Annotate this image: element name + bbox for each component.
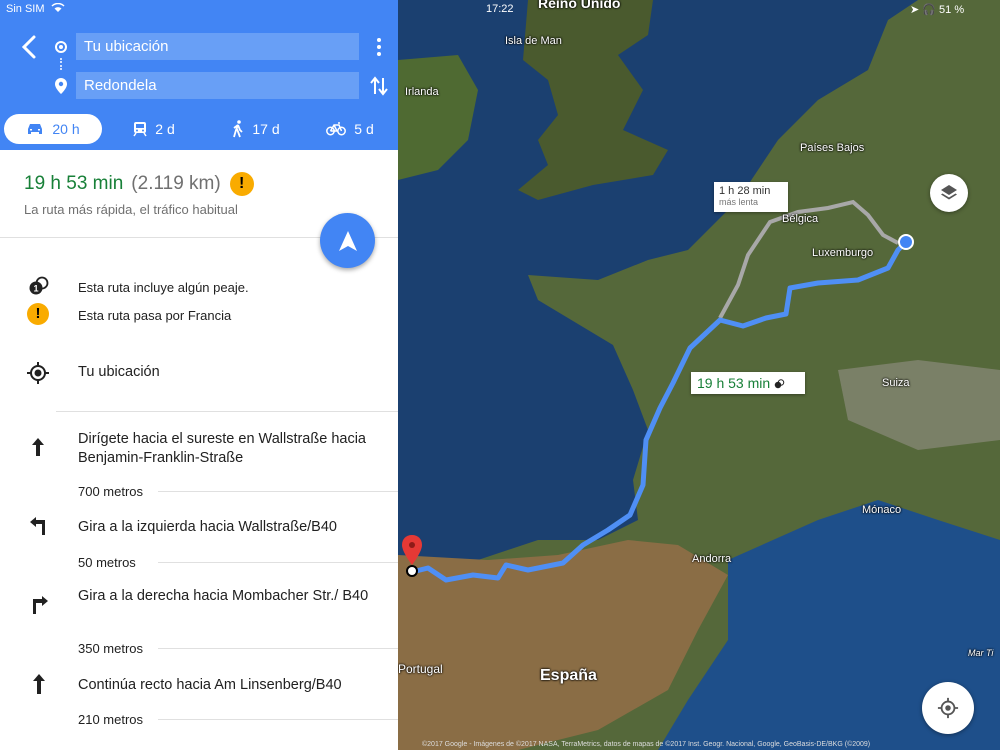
divider	[158, 648, 398, 649]
directions-panel: Sin SIM Tu ubicación Redondela 20 h 2 d …	[0, 0, 398, 750]
car-icon	[28, 124, 43, 134]
place-label: Isla de Man	[505, 35, 562, 47]
arrow-up-icon	[33, 674, 45, 699]
layers-button[interactable]	[930, 174, 968, 212]
toll-icon: 1	[28, 276, 50, 301]
more-options-button[interactable]	[373, 38, 385, 58]
place-label: España	[540, 667, 597, 684]
arrow-up-icon	[32, 438, 44, 461]
step-distance: 700 metros	[78, 484, 144, 499]
step-distance: 350 metros	[78, 641, 144, 656]
tab-transit-label: 2 d	[155, 121, 175, 137]
alt-route-callout[interactable]: 1 h 28 min más lenta	[714, 182, 788, 212]
direction-step[interactable]: Gira a la derecha hacia Mombacher Str./ …	[0, 578, 398, 656]
place-label: Mar Ti	[968, 648, 994, 658]
place-label: Países Bajos	[800, 142, 865, 154]
divider	[56, 411, 398, 412]
warning-icon: !	[27, 303, 49, 325]
map-attribution: ©2017 Google - Imágenes de ©2017 NASA, T…	[422, 741, 871, 748]
route-description: La ruta más rápida, el tráfico habitual	[24, 202, 238, 217]
divider	[158, 491, 398, 492]
status-icons: ➤ 🎧 51 %	[910, 4, 965, 16]
bike-icon	[326, 122, 347, 136]
layers-icon	[941, 185, 957, 200]
tab-drive[interactable]: 20 h	[4, 114, 102, 144]
step-distance: 210 metros	[78, 712, 144, 727]
toll-icon	[774, 379, 785, 389]
tab-transit[interactable]: 2 d	[120, 114, 188, 144]
app: Sin SIM Tu ubicación Redondela 20 h 2 d …	[0, 0, 1000, 750]
direction-step[interactable]: Continúa recto hacia Am Linsenberg/B40 2…	[0, 664, 398, 734]
place-label: Andorra	[692, 553, 732, 565]
step-distance: 50 metros	[78, 555, 136, 570]
origin-icon	[55, 41, 67, 53]
tab-bike-label: 5 d	[354, 121, 374, 137]
divider	[158, 719, 398, 720]
back-arrow-icon	[21, 35, 36, 59]
swap-button[interactable]	[370, 76, 388, 101]
directions-header: Sin SIM Tu ubicación Redondela 20 h 2 d …	[0, 0, 398, 150]
place-label: Luxemburgo	[812, 247, 874, 259]
divider	[158, 562, 398, 563]
back-button[interactable]	[20, 34, 40, 60]
place-label: Irlanda	[405, 86, 439, 98]
place-label: Reino Unido	[538, 0, 621, 11]
my-location-icon	[26, 361, 50, 390]
destination-field[interactable]: Redondela	[76, 72, 359, 99]
step-instruction: Gira a la derecha hacia Mombacher Str./ …	[78, 588, 369, 604]
france-notice: Esta ruta pasa por Francia	[78, 308, 232, 323]
toll-notice: Esta ruta incluye algún peaje.	[78, 280, 249, 295]
main-route-duration: 19 h 53 min	[697, 375, 771, 391]
alt-route-note: más lenta	[719, 197, 759, 207]
route-time-line: 19 h 53 min (2.119 km) !	[24, 172, 254, 196]
my-location-button[interactable]	[922, 682, 974, 734]
tab-walk[interactable]: 17 d	[222, 114, 290, 144]
navigation-arrow-icon	[338, 230, 357, 251]
place-label: Portugal	[398, 662, 443, 676]
main-route-callout[interactable]: 19 h 53 min	[691, 372, 805, 394]
step-instruction: Dirígete hacia el sureste en Wallstraße …	[78, 431, 366, 466]
start-navigation-button[interactable]	[320, 213, 375, 268]
turn-right-icon	[30, 596, 48, 619]
tab-drive-label: 20 h	[52, 121, 80, 137]
place-label: Bélgica	[782, 213, 819, 225]
route-duration: 19 h 53 min	[24, 173, 124, 194]
status-time: 17:22	[486, 3, 514, 15]
destination-pin-icon	[55, 78, 67, 99]
step-instruction: Continúa recto hacia Am Linsenberg/B40	[78, 677, 342, 693]
walk-icon	[233, 120, 244, 138]
tab-bike[interactable]: 5 d	[320, 114, 380, 144]
alt-route-duration: 1 h 28 min	[719, 185, 771, 197]
warning-icon: !	[229, 172, 254, 196]
status-carrier: Sin SIM	[6, 2, 65, 15]
swap-icon	[370, 76, 388, 96]
origin-field[interactable]: Tu ubicación	[76, 33, 359, 60]
svg-text:1: 1	[33, 284, 38, 294]
turn-left-icon	[30, 517, 48, 540]
step-instruction: Gira a la izquierda hacia Wallstraße/B40	[78, 519, 337, 535]
direction-step[interactable]: Dirígete hacia el sureste en Wallstraße …	[0, 420, 398, 500]
place-label: Mónaco	[862, 504, 902, 516]
route-distance: (2.119 km)	[131, 173, 221, 194]
direction-step[interactable]: Gira a la izquierda hacia Wallstraße/B40…	[0, 505, 398, 570]
travel-mode-tabs: 20 h 2 d 17 d 5 d	[0, 114, 398, 144]
route-dots-icon	[60, 58, 62, 70]
tab-walk-label: 17 d	[252, 121, 280, 137]
start-location: Tu ubicación	[78, 364, 160, 380]
transit-icon	[133, 122, 147, 137]
place-label: Suiza	[882, 377, 910, 389]
status-battery: 51 %	[939, 4, 965, 16]
my-location-icon	[937, 697, 959, 719]
